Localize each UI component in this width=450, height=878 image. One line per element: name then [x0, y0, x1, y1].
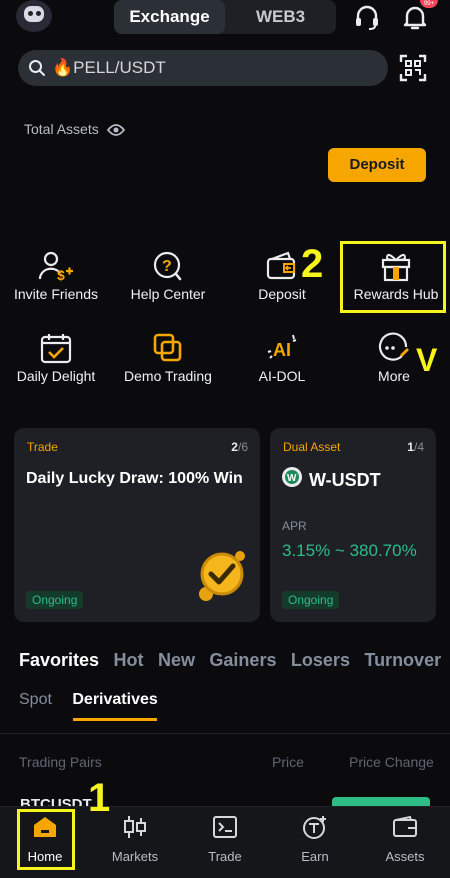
demo-trading-icon	[153, 333, 182, 362]
search-input[interactable]: 🔥PELL/USDT	[18, 50, 388, 86]
annotation-box-rewards-hub	[340, 241, 446, 313]
tab-new[interactable]: New	[158, 650, 195, 670]
tab-exchange[interactable]: Exchange	[114, 0, 225, 34]
svg-text:$: $	[57, 267, 65, 282]
status-badge: Ongoing	[26, 591, 84, 609]
tab-favorites[interactable]: Favorites	[19, 650, 99, 670]
apr-label: APR	[282, 519, 307, 533]
calendar-check-icon	[40, 334, 72, 364]
eye-icon[interactable]	[106, 123, 125, 137]
card-pager: 1/4	[407, 440, 424, 454]
quick-action-ai-dol[interactable]: AI AI-DOL	[226, 332, 338, 384]
market-tabs: Favorites Hot New Gainers Losers Turnove…	[19, 650, 450, 674]
search-icon	[29, 60, 45, 76]
scan-icon[interactable]	[399, 54, 427, 82]
status-badge: Ongoing	[282, 591, 340, 609]
card-tag: Trade	[27, 440, 58, 454]
more-icon	[378, 332, 409, 361]
tab-hot[interactable]: Hot	[114, 650, 144, 670]
trade-icon	[213, 816, 237, 838]
avatar[interactable]	[16, 0, 52, 32]
top-bar: Exchange WEB3 99+	[0, 0, 450, 38]
exchange-web3-toggle: Exchange WEB3	[114, 0, 336, 34]
deposit-button[interactable]: Deposit	[328, 148, 426, 182]
promo-card-dual-asset[interactable]: Dual Asset 1/4 W W-USDT APR 3.15% ~ 380.…	[270, 428, 436, 622]
divider	[0, 733, 450, 734]
nav-trade[interactable]: Trade	[180, 815, 270, 864]
tab-derivatives[interactable]: Derivatives	[72, 691, 157, 708]
annotation-v: V	[416, 342, 438, 378]
total-assets-label: Total Assets	[24, 121, 125, 137]
deposit-icon	[266, 251, 296, 280]
quick-action-daily-delight[interactable]: Daily Delight	[0, 332, 112, 384]
nav-assets[interactable]: Assets	[360, 815, 450, 864]
tab-gainers[interactable]: Gainers	[209, 650, 276, 670]
column-header-trading-pairs[interactable]: Trading Pairs	[19, 754, 102, 770]
card-tag: Dual Asset	[283, 440, 341, 454]
quick-action-invite-friends[interactable]: $ Invite Friends	[0, 250, 112, 302]
quick-action-demo-trading[interactable]: Demo Trading	[112, 332, 224, 384]
ai-icon: AI	[267, 334, 297, 360]
sub-tabs: Spot Derivatives	[19, 691, 174, 709]
annotation-2: 2	[301, 242, 324, 286]
active-tab-indicator	[73, 718, 157, 721]
svg-text:AI: AI	[273, 340, 291, 360]
help-center-icon: ?	[153, 251, 182, 281]
card-pager: 2/6	[231, 440, 248, 454]
headset-icon[interactable]	[352, 2, 382, 32]
quick-action-help-center[interactable]: ? Help Center	[112, 250, 224, 302]
invite-friends-icon: $	[38, 251, 73, 282]
search-value: 🔥PELL/USDT	[52, 58, 166, 77]
tab-web3[interactable]: WEB3	[225, 0, 336, 34]
tab-losers[interactable]: Losers	[291, 650, 350, 670]
nav-markets[interactable]: Markets	[90, 815, 180, 864]
svg-text:W: W	[287, 473, 297, 484]
earn-icon	[303, 816, 326, 839]
markets-icon	[124, 816, 146, 838]
tab-spot[interactable]: Spot	[19, 691, 52, 708]
nav-earn[interactable]: Earn	[270, 815, 360, 864]
tab-turnover[interactable]: Turnover	[364, 650, 441, 670]
wallet-icon	[393, 815, 417, 837]
promo-card-lucky-draw[interactable]: Trade 2/6 Daily Lucky Draw: 100% Win Ong…	[14, 428, 260, 622]
annotation-1: 1	[88, 776, 111, 820]
svg-text:?: ?	[162, 258, 172, 275]
column-header-price[interactable]: Price	[272, 754, 304, 770]
gold-coin-icon	[199, 551, 245, 601]
card-title: Daily Lucky Draw: 100% Win	[26, 470, 243, 487]
annotation-box-home	[17, 809, 75, 870]
card-title: W-USDT	[309, 470, 381, 490]
column-header-price-change[interactable]: Price Change	[349, 754, 434, 770]
apr-value: 3.15% ~ 380.70%	[282, 541, 417, 560]
w-usdt-token-icon: W	[282, 467, 302, 487]
